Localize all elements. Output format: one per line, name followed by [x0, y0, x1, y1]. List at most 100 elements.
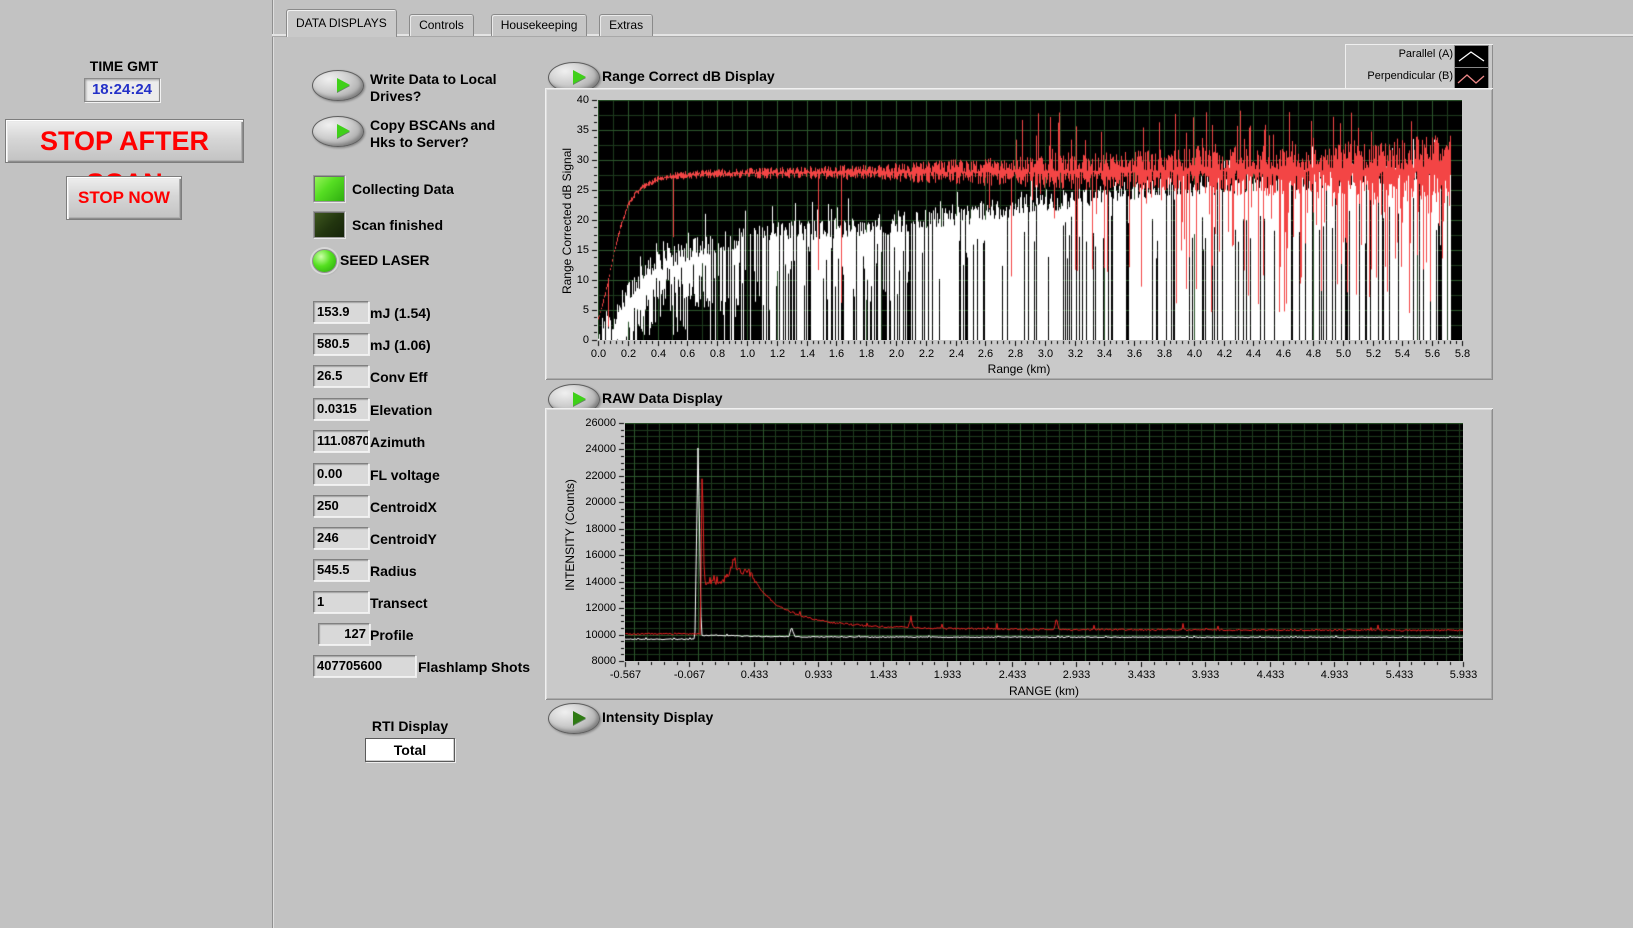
top-chart-panel: Range Corrected dB Signal Range (km) 0.0…: [545, 88, 1493, 380]
x-tick-label: 3.933: [1191, 669, 1220, 681]
intensity-display-title: Intensity Display: [602, 709, 714, 725]
x-tick-label: -0.567: [609, 669, 642, 681]
x-tick-label: 4.433: [1256, 669, 1285, 681]
stop-now-button[interactable]: STOP NOW: [66, 176, 182, 220]
y-tick-label: 10: [576, 273, 589, 286]
legend-parallel-swatch[interactable]: [1454, 45, 1489, 68]
bottom-chart-xlabel: RANGE (km): [1009, 684, 1079, 698]
field-profile[interactable]: 127: [318, 623, 370, 645]
field-label-5: FL voltage: [370, 467, 440, 483]
x-tick-label: 5.433: [1385, 669, 1414, 681]
field-label-3: Elevation: [370, 402, 433, 418]
y-tick-label: 10000: [585, 628, 616, 641]
toggle-arrow-icon: [573, 711, 586, 725]
y-tick-label: 5: [582, 303, 589, 316]
y-tick-label: 18000: [585, 522, 616, 535]
led-scan-finished: [313, 211, 345, 238]
field-centroidx[interactable]: 250: [313, 495, 369, 517]
toggle-arrow-icon: [573, 392, 586, 406]
y-tick-label: 15: [576, 243, 589, 256]
y-tick-label: 12000: [585, 601, 616, 614]
toggle-arrow-icon: [337, 124, 350, 138]
toggle-arrow-icon: [573, 70, 586, 84]
intensity-display-toggle[interactable]: [548, 703, 600, 734]
bottom-chart-ylabel: INTENSITY (Counts): [563, 479, 577, 591]
led-label-2: SEED LASER: [340, 252, 430, 268]
y-tick-label: 20: [576, 213, 589, 226]
field-mj-1-06-[interactable]: 580.5: [313, 333, 369, 355]
field-elevation[interactable]: 0.0315: [313, 398, 369, 420]
field-mj-1-54-[interactable]: 153.9: [313, 301, 369, 323]
x-tick-label: -0.067: [673, 669, 706, 681]
field-label-4: Azimuth: [370, 434, 426, 450]
field-label-6: CentroidX: [370, 499, 437, 515]
tab-extras[interactable]: Extras: [599, 14, 654, 36]
field-centroidy[interactable]: 246: [313, 527, 369, 549]
x-tick-label: 1.933: [933, 669, 962, 681]
y-tick-label: 14000: [585, 575, 616, 588]
field-label-1: mJ (1.06): [370, 337, 431, 353]
legend-perpendicular-label: Perpendicular (B): [1367, 70, 1453, 82]
panel-divider: [272, 0, 273, 928]
toggle-0[interactable]: [312, 70, 364, 101]
y-tick-label: 35: [576, 123, 589, 136]
field-transect[interactable]: 1: [313, 591, 369, 613]
x-tick-label: 3.433: [1127, 669, 1156, 681]
legend-parallel-label: Parallel (A): [1398, 48, 1453, 60]
x-tick-label: 1.433: [869, 669, 898, 681]
y-tick-label: 24000: [585, 442, 616, 455]
led-seed-laser: [312, 249, 337, 273]
bottom-chart-panel: INTENSITY (Counts) RANGE (km) -0.567 -0.0…: [545, 408, 1493, 700]
tab-housekeeping[interactable]: Housekeeping: [490, 14, 588, 36]
top-chart-title: Range Correct dB Display: [602, 68, 775, 84]
tab-page-top-border: [272, 34, 1633, 36]
y-tick-label: 22000: [585, 469, 616, 482]
led-label-1: Scan finished: [352, 217, 444, 233]
y-tick-label: 8000: [591, 654, 616, 667]
x-tick-label: 5.933: [1449, 669, 1478, 681]
field-label-11: Flashlamp Shots: [418, 659, 531, 675]
field-conv-eff[interactable]: 26.5: [313, 365, 369, 387]
x-tick-label: 2.433: [998, 669, 1027, 681]
y-tick-label: 20000: [585, 495, 616, 508]
toggle-1[interactable]: [312, 116, 364, 147]
x-tick-label: 5.8: [1454, 348, 1471, 360]
time-gmt-label: TIME GMT: [89, 58, 159, 74]
y-tick-label: 25: [576, 183, 589, 196]
rti-display-label: RTI Display: [371, 718, 449, 734]
field-azimuth[interactable]: 111.0870: [313, 430, 369, 452]
x-tick-label: 0.933: [804, 669, 833, 681]
top-chart-xlabel: Range (km): [987, 362, 1051, 376]
field-label-8: Radius: [370, 563, 417, 579]
toggle-label-1: Copy BSCANs and Hks to Server?: [370, 117, 496, 150]
field-label-10: Profile: [370, 627, 414, 643]
y-tick-label: 0: [582, 333, 589, 346]
rti-display-select[interactable]: Total: [365, 738, 455, 762]
time-gmt-display: 18:24:24: [84, 78, 160, 102]
toggle-arrow-icon: [337, 78, 350, 92]
legend-perpendicular-swatch[interactable]: [1454, 67, 1489, 90]
y-tick-label: 16000: [585, 548, 616, 561]
led-label-0: Collecting Data: [352, 181, 454, 197]
y-tick-label: 26000: [585, 416, 616, 429]
y-tick-label: 40: [576, 93, 589, 106]
field-label-9: Transect: [370, 595, 428, 611]
field-fl-voltage[interactable]: 0.00: [313, 463, 369, 485]
bottom-chart-axes: [545, 408, 1493, 700]
field-flashlamp-shots[interactable]: 407705600: [313, 655, 416, 677]
top-chart-axes: [545, 88, 1493, 380]
tab-controls[interactable]: Controls: [409, 14, 474, 36]
tab-data-displays[interactable]: DATA DISPLAYS: [286, 9, 397, 37]
field-label-7: CentroidY: [370, 531, 437, 547]
y-tick-label: 30: [576, 153, 589, 166]
x-tick-label: 2.933: [1062, 669, 1091, 681]
bottom-chart-title: RAW Data Display: [602, 390, 723, 406]
field-radius[interactable]: 545.5: [313, 559, 369, 581]
led-collecting-data: [313, 175, 345, 202]
field-label-0: mJ (1.54): [370, 305, 431, 321]
toggle-label-0: Write Data to Local Drives?: [370, 71, 497, 104]
x-tick-label: 4.933: [1320, 669, 1349, 681]
stop-after-scan-button[interactable]: STOP AFTER SCAN: [5, 119, 244, 198]
top-chart-legend: Parallel (A) Perpendicular (B): [1345, 44, 1493, 90]
field-label-2: Conv Eff: [370, 369, 428, 385]
